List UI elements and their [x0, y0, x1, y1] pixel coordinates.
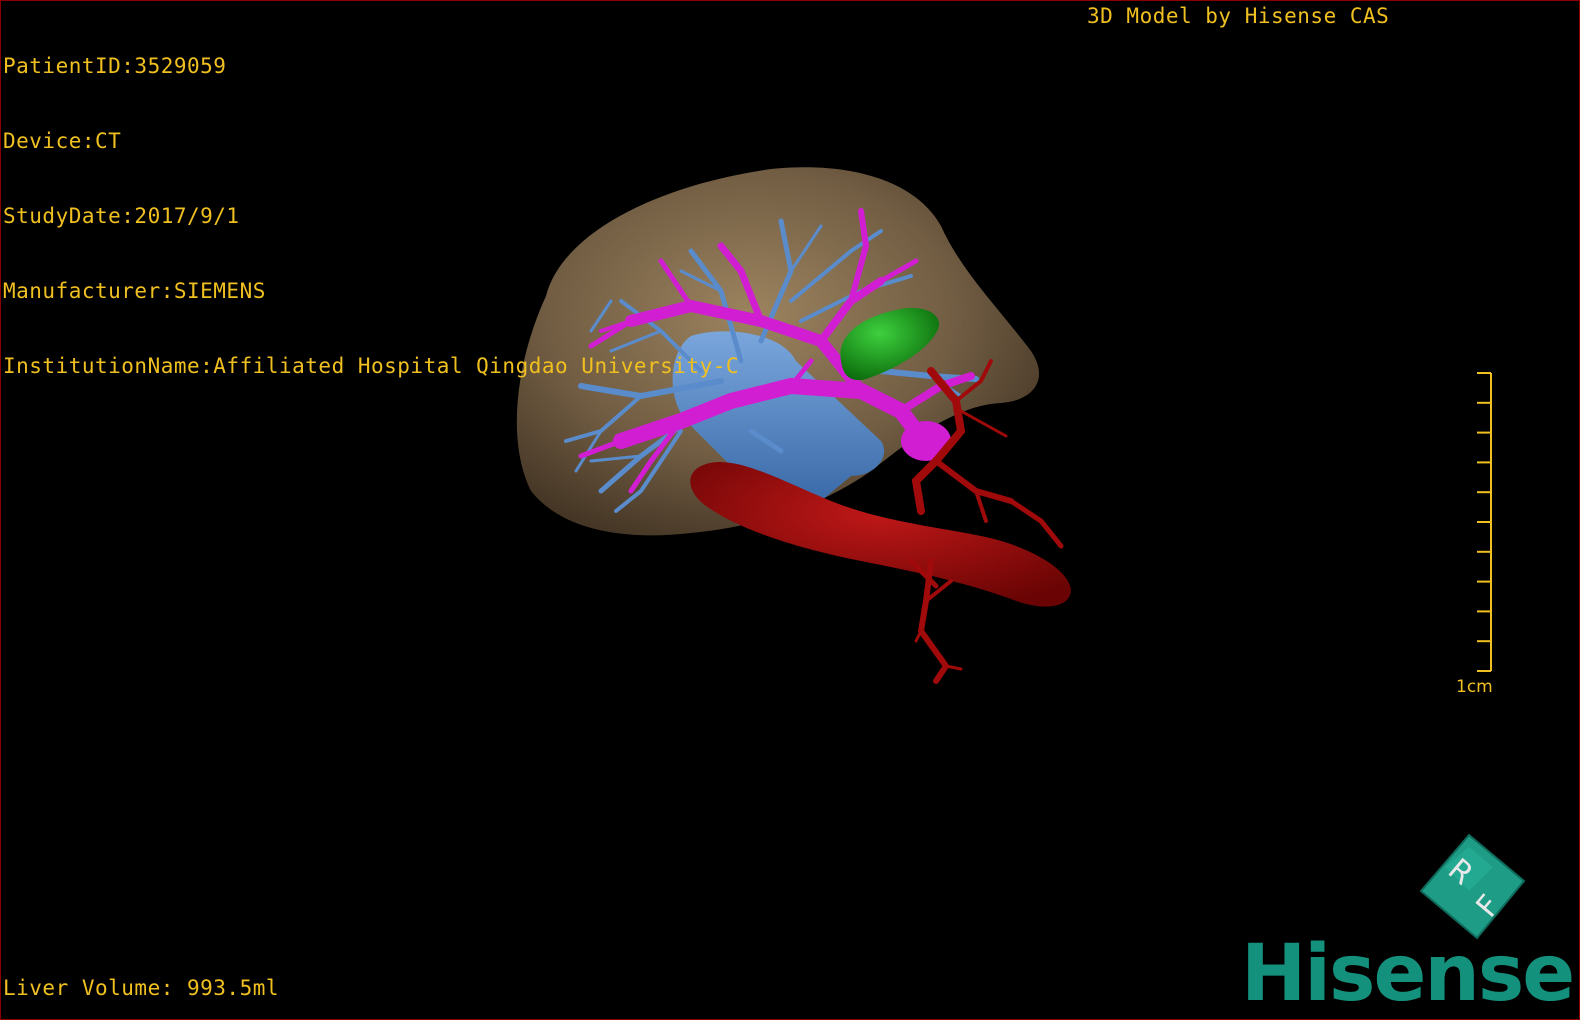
- scale-bar-label: 1cm: [1456, 677, 1493, 697]
- patient-info-overlay: PatientID:3529059 Device:CT StudyDate:20…: [3, 4, 739, 429]
- institution-text: InstitutionName:Affiliated Hospital Qing…: [3, 354, 740, 378]
- study-date-text: StudyDate:2017/9/1: [3, 204, 240, 228]
- device-text: Device:CT: [3, 129, 122, 153]
- manufacturer-text: Manufacturer:SIEMENS: [3, 279, 266, 303]
- scale-bar: [1477, 372, 1492, 672]
- orientation-cube-icon[interactable]: R F: [1419, 833, 1529, 943]
- 3d-viewport[interactable]: PatientID:3529059 Device:CT StudyDate:20…: [0, 0, 1580, 1020]
- model-credit-text: 3D Model by Hisense CAS: [1087, 4, 1390, 28]
- brand-logo: Hisense: [1241, 929, 1575, 1019]
- liver-volume-text: Liver Volume: 993.5ml: [3, 976, 280, 1000]
- aorta: [690, 461, 1071, 607]
- patient-id-text: PatientID:3529059: [3, 54, 227, 78]
